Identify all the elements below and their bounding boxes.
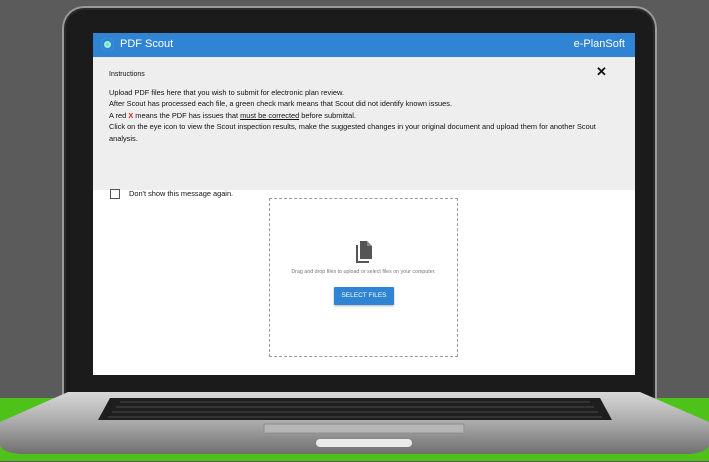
app-window: PDF Scout e-PlanSoft Instructions ✕ Uplo… [93,33,635,375]
instruction-line-1: Upload PDF files here that you wish to s… [109,88,344,97]
close-icon[interactable]: ✕ [596,65,607,78]
dont-show-checkbox[interactable] [110,188,120,199]
instructions-heading: Instructions [109,71,145,78]
dropzone-hint: Drag and drop files to upload or select … [291,269,436,275]
instructions-text: Upload PDF files here that you wish to s… [109,87,624,144]
dont-show-again-option[interactable]: Don't show this message again. [110,188,233,199]
instructions-panel: Instructions ✕ Upload PDF files here tha… [93,57,635,199]
must-be-corrected-text: must be corrected [240,110,300,120]
dont-show-label: Don't show this message again. [129,189,234,198]
instruction-line-3: A red X means the PDF has issues that mu… [109,110,356,120]
brand-name: e-PlanSoft [573,38,625,50]
file-dropzone[interactable]: Drag and drop files to upload or select … [269,198,458,357]
app-header: PDF Scout e-PlanSoft [93,33,635,57]
instruction-line-4: Click on the eye icon to view the Scout … [109,122,596,143]
instruction-line-2: After Scout has processed each file, a g… [109,99,453,109]
file-copy-icon [356,241,372,263]
app-logo-icon [101,38,114,51]
laptop-base [0,392,709,454]
select-files-button[interactable]: SELECT FILES [334,287,394,305]
app-title: PDF Scout [120,38,174,50]
